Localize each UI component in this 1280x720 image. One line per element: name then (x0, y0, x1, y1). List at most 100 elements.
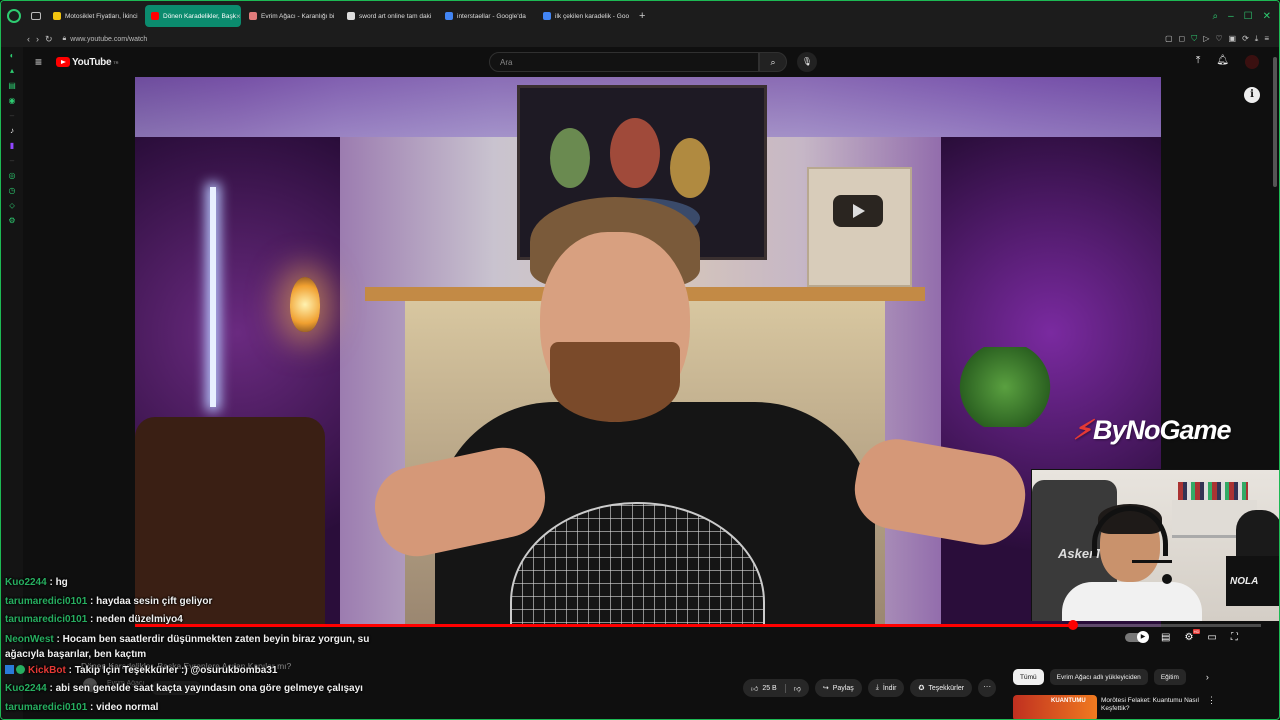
upload-icon[interactable]: ⤒ (1196, 55, 1200, 69)
chat-text: neden düzelmiyo4 (96, 614, 183, 625)
twitch-icon[interactable]: ▮ (7, 141, 17, 151)
new-tab-button[interactable]: + (639, 10, 645, 22)
search-input[interactable]: Ara (489, 52, 759, 72)
chat-message: Kuo2244 : abi sen genelde saat kaçta yay… (5, 680, 375, 699)
info-icon[interactable]: i (1244, 87, 1260, 103)
forward-icon[interactable]: › (36, 34, 39, 44)
chat-username[interactable]: KickBot (28, 665, 66, 676)
chat-username[interactable]: NeonWest (5, 634, 54, 645)
browser-tab[interactable]: Motosiklet Fiyatları, İkinci (47, 5, 143, 27)
divider-icon: – (9, 111, 15, 120)
chat-username[interactable]: Kuo2244 (5, 683, 47, 694)
tiktok-icon[interactable]: ♪ (7, 126, 17, 136)
chat-username[interactable]: tarumaredici0101 (5, 702, 87, 713)
url-field[interactable]: www.youtube.com/watch (70, 36, 147, 43)
fullscreen-icon[interactable]: ⛶ (1231, 632, 1238, 643)
chat-separator: : (65, 664, 75, 676)
heart-icon[interactable]: ♡ (1215, 34, 1222, 44)
tab-close-icon[interactable]: × (236, 12, 241, 21)
thanks-label: Teşekkürler (928, 684, 965, 692)
chip-all[interactable]: Tümü (1013, 669, 1044, 685)
maximize-icon[interactable]: ☐ (1244, 11, 1253, 22)
bot-badge-icon (5, 664, 14, 674)
video-player[interactable] (135, 77, 1161, 627)
dislike-button[interactable]: 👎︎ (786, 684, 809, 693)
shopping-icon[interactable]: ▴ (7, 66, 17, 76)
chip-from-uploader[interactable]: Evrim Ağacı adlı yükleyiciden (1049, 669, 1148, 685)
chat-separator: : (87, 701, 97, 713)
chat-text: Takip İçin Teşekkürler :) @osurukbomba31 (74, 664, 278, 676)
chat-message: tarumaredici0101 : neden düzelmiyo4 (5, 611, 375, 630)
youtube-logo[interactable]: YouTube TR (56, 57, 119, 68)
settings-gear-icon[interactable]: ⚙ HD (1184, 629, 1201, 643)
tab-title: Motosiklet Fiyatları, İkinci (65, 12, 138, 20)
guide-menu-icon[interactable]: ≡ (35, 55, 42, 69)
chat-username[interactable]: tarumaredici0101 (5, 614, 87, 625)
chip-education[interactable]: Eğitim (1153, 669, 1186, 685)
screenshot-icon[interactable]: ▢ (1165, 34, 1173, 44)
autoplay-toggle[interactable] (1125, 631, 1149, 643)
recommended-title[interactable]: Morötesi Felaket: Kuantumu Nasıl Keşfett… (1101, 697, 1211, 713)
like-button[interactable]: 👍︎ 25 B (743, 683, 786, 693)
chat-username[interactable]: Kuo2244 (5, 577, 47, 588)
video-presenter (367, 197, 1032, 627)
voice-search-button[interactable]: 🎙︎ (797, 52, 817, 72)
lock-icon: 🔒︎ (62, 35, 67, 42)
history-icon[interactable]: ◷ (7, 186, 17, 196)
aria-icon[interactable]: ◐ (7, 51, 17, 61)
subtitles-icon[interactable]: ▤ (1161, 632, 1170, 643)
close-window-icon[interactable]: ✕ (1263, 11, 1271, 22)
miniplayer-icon[interactable]: ▭ (1207, 632, 1216, 643)
download-button[interactable]: ⤓ İndir (867, 679, 905, 697)
browser-tab[interactable]: interstaellar - Google'da (439, 5, 535, 27)
vpn-icon[interactable]: ⛉ (1191, 34, 1197, 44)
whatsapp-icon[interactable]: ◉ (7, 96, 17, 106)
tab-favicon-icon (53, 12, 61, 20)
chips-next-icon[interactable]: › (1206, 672, 1209, 682)
tab-favicon-icon (249, 12, 257, 20)
settings-icon[interactable]: ⚙ (7, 216, 17, 226)
opera-logo-icon[interactable] (7, 9, 21, 23)
brand-flame-icon: ⚡︎ (1073, 415, 1092, 445)
chat-message: tarumaredici0101 : video normal (5, 699, 375, 718)
mic-icon: 🎙︎ (801, 57, 813, 66)
player-sidebar-icon[interactable]: ◎ (7, 171, 17, 181)
minimize-icon[interactable]: – (1228, 11, 1234, 22)
page-scrollbar[interactable] (1273, 57, 1277, 187)
browser-tab[interactable]: Dönen Karadelikler, Başk × (145, 5, 241, 27)
search-button[interactable]: ⌕ (759, 52, 787, 72)
browser-tab[interactable]: ilk çekilen karadelik - Goo (537, 5, 633, 27)
more-actions-button[interactable]: ··· (978, 679, 997, 697)
brand-text: ByNoGame (1092, 415, 1232, 445)
box-icon[interactable]: ▣ (1229, 34, 1237, 44)
search-tabs-icon[interactable]: ⌕ (1212, 11, 1218, 22)
recommended-more-icon[interactable]: ⋮ (1207, 695, 1216, 706)
messenger-icon[interactable]: ▤ (7, 81, 17, 91)
player-icon[interactable]: ▷ (1203, 34, 1209, 44)
share-button[interactable]: ↪ Paylaş (814, 679, 862, 697)
webcam-background-shape (1236, 510, 1279, 560)
verified-badge-icon (16, 664, 25, 674)
back-icon[interactable]: ‹ (27, 34, 30, 44)
download-icon[interactable]: ⤓ (1255, 34, 1259, 44)
player-controls-right: ▤ ⚙HD ▭ ⛶ (1125, 629, 1238, 643)
refresh-ext-icon[interactable]: ⟳ (1242, 34, 1249, 44)
workspaces-icon[interactable] (31, 12, 41, 20)
headset-mic-tip (1162, 574, 1172, 584)
menu-lines-icon[interactable]: ≡ (1264, 34, 1269, 44)
notifications-icon[interactable]: 🔔︎ (1216, 55, 1229, 69)
header-actions: ⤒ 🔔︎ (1196, 55, 1259, 69)
scene-neon-tube (210, 187, 216, 407)
recommended-video[interactable]: KUANTUMU Morötesi Felaket: Kuantumu Nası… (1013, 695, 1273, 719)
snapshot-icon[interactable]: ◻ (1179, 34, 1186, 44)
progress-scrubber[interactable] (1067, 620, 1078, 630)
thanks-button[interactable]: ✪ Teşekkürler (910, 679, 973, 697)
hd-badge: HD (1192, 629, 1201, 634)
chat-username[interactable]: tarumaredici0101 (5, 596, 87, 607)
pin-icon[interactable]: ⬦ (7, 201, 17, 211)
browser-tab[interactable]: Evrim Ağacı - Karanlığı bi (243, 5, 339, 27)
reload-icon[interactable]: ↻ (45, 34, 53, 45)
chat-text: haydaa sesin çift geliyor (96, 595, 213, 607)
browser-tab[interactable]: sword art online tam daki (341, 5, 437, 27)
account-avatar[interactable] (1245, 55, 1259, 69)
